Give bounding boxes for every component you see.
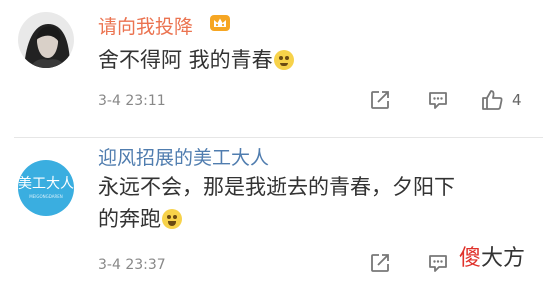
- comment-text-line: 永远不会，那是我逝去的青春，夕阳下: [98, 175, 455, 199]
- avatar-text: 美工大人: [18, 176, 74, 192]
- share-button[interactable]: [369, 252, 391, 274]
- comment-text-line: 的奔跑: [98, 207, 161, 231]
- comment-icon: [429, 255, 447, 272]
- laugh-cry-emoji-icon: [162, 209, 182, 229]
- reply-button[interactable]: [427, 89, 449, 111]
- share-icon: [371, 91, 389, 109]
- username[interactable]: 请向我投降: [98, 12, 193, 39]
- watermark-part1: 傻: [458, 246, 481, 271]
- share-button[interactable]: [369, 89, 391, 111]
- thumbs-up-icon: [482, 90, 503, 110]
- avatar[interactable]: [18, 12, 74, 68]
- comment-item: 请向我投降 舍不得阿 我的青春 3-4 23:11 4: [0, 0, 543, 138]
- share-icon: [371, 254, 389, 272]
- reply-button[interactable]: [427, 252, 449, 274]
- avatar-subtext: MEIGONGDAREN: [29, 194, 63, 199]
- timestamp: 3-4 23:37: [98, 257, 166, 273]
- username[interactable]: 迎风招展的美工大人: [98, 143, 269, 170]
- comment-text-body: 舍不得阿 我的青春: [98, 48, 273, 72]
- watermark-part2: 大方: [480, 246, 525, 271]
- like-count: 4: [512, 91, 522, 109]
- comment-icon: [429, 92, 447, 109]
- vip-crown-icon: [209, 14, 231, 32]
- smile-emoji-icon: [273, 50, 294, 70]
- timestamp: 3-4 23:11: [98, 93, 166, 109]
- like-button[interactable]: 4: [481, 89, 522, 111]
- comment-text: 舍不得阿 我的青春: [98, 44, 294, 76]
- comment-text: 永远不会，那是我逝去的青春，夕阳下 的奔跑: [98, 171, 455, 235]
- avatar[interactable]: 美工大人 MEIGONGDAREN: [18, 160, 74, 216]
- watermark: 傻大方: [459, 240, 525, 272]
